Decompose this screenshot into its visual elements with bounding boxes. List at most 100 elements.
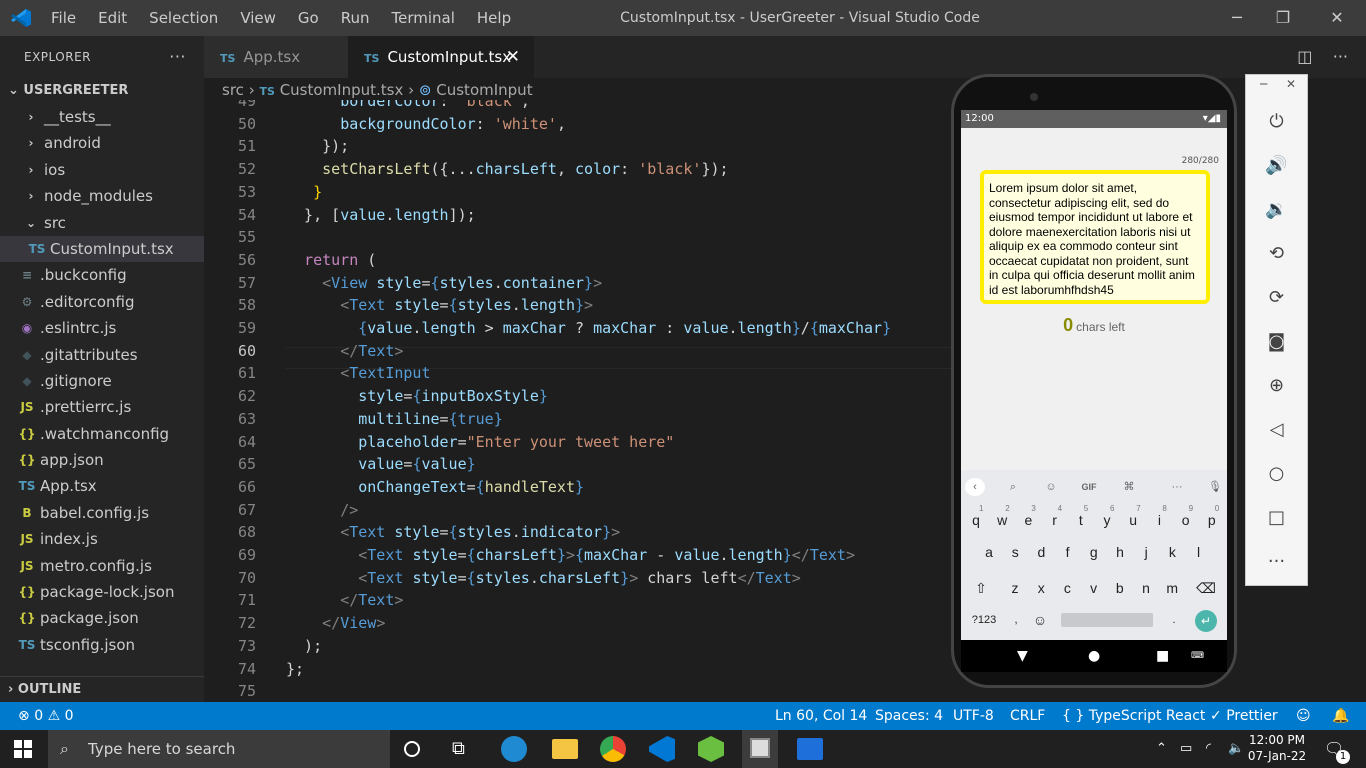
tree-item[interactable]: › __tests__ [0,104,204,130]
nodejs-icon[interactable] [698,736,724,762]
more-actions-icon[interactable]: ··· [1333,47,1348,66]
tree-item[interactable]: TS tsconfig.json [0,632,204,658]
windows-start-icon[interactable] [14,740,32,758]
show-hidden-icons[interactable]: ⌃ [1156,730,1167,768]
tree-item[interactable]: JS .prettierrc.js [0,394,204,420]
tree-item[interactable]: Bbabel.config.js [0,500,204,526]
volume-icon[interactable]: 🔈 [1228,730,1244,768]
screenshot-camera-icon[interactable]: ◙ [1246,331,1307,352]
file-explorer-icon[interactable] [552,739,578,759]
rotate-left-icon[interactable]: ⟲ [1246,243,1307,264]
key-f[interactable]: f [1055,540,1081,564]
battery-icon[interactable]: ▭ [1180,730,1192,768]
key-a[interactable]: a [976,540,1002,564]
task-view-icon[interactable]: ⧉ [452,736,478,762]
symbols-key[interactable]: ?123 [969,608,999,632]
space-key[interactable] [1061,613,1153,627]
wifi-icon[interactable]: ◜ [1206,730,1211,768]
overview-icon[interactable]: □ [1246,507,1307,528]
key-t[interactable]: t [1068,508,1094,532]
key-z[interactable]: z [1002,576,1028,600]
breadcrumb-folder[interactable]: src [222,81,244,99]
taskbar-search[interactable]: ⌕ Type here to search [48,730,390,768]
translate-icon[interactable]: ⌘ [1117,478,1141,496]
minimize-icon[interactable]: ─ [1214,0,1260,36]
period-key[interactable]: . [1161,608,1187,632]
tree-item[interactable]: TS CustomInput.tsx [0,235,204,263]
microphone-icon[interactable]: 🎙 [1203,478,1227,496]
key-c[interactable]: c [1054,576,1080,600]
key-j[interactable]: j [1133,540,1159,564]
key-v[interactable]: v [1081,576,1107,600]
key-g[interactable]: g [1081,540,1107,564]
tree-item[interactable]: › ios [0,157,204,183]
shift-key-icon[interactable]: ⇧ [968,576,994,600]
tree-item[interactable]: JS metro.config.js [0,553,204,579]
tree-item[interactable]: {} .watchmanconfig [0,421,204,447]
back-icon[interactable]: ◁ [1246,419,1307,440]
emulator-taskbar-button[interactable] [742,730,778,768]
problems-indicator[interactable]: ⊗ 0 ⚠ 0 [18,702,74,730]
tab-app-tsx[interactable]: TS App.tsx [204,36,348,78]
more-actions-icon[interactable]: ··· [169,36,186,78]
restore-icon[interactable]: ❐ [1260,0,1306,36]
tree-item[interactable]: TS App.tsx [0,473,204,499]
tree-item[interactable]: ⚙ .editorconfig [0,289,204,315]
enter-key-icon[interactable]: ↵ [1195,610,1217,632]
key-r[interactable]: r [1042,508,1068,532]
key-p[interactable]: p [1199,508,1225,532]
key-b[interactable]: b [1107,576,1133,600]
close-window-icon[interactable]: ✕ [1314,0,1360,36]
more-icon[interactable]: ··· [1246,551,1307,572]
key-w[interactable]: w [989,508,1015,532]
key-i[interactable]: i [1146,508,1172,532]
tree-item[interactable]: ⌄ src [0,210,204,236]
backspace-key-icon[interactable]: ⌫ [1193,576,1219,600]
tab-custominput-tsx[interactable]: TS CustomInput.tsx ✕ [348,36,534,78]
emoji-key-icon[interactable]: ☺ [1027,608,1053,632]
tree-item[interactable]: {} package.json [0,605,204,631]
cortana-icon[interactable] [404,741,420,757]
nav-recents-icon[interactable]: ■ [1156,640,1169,672]
home-icon[interactable]: ○ [1246,463,1307,484]
cursor-position[interactable]: Ln 60, Col 14 [775,702,867,730]
tree-item[interactable]: › android [0,130,204,156]
key-u[interactable]: u [1120,508,1146,532]
indentation[interactable]: Spaces: 4 [875,702,943,730]
gif-icon[interactable]: GIF [1077,478,1101,496]
keyboard-switch-icon[interactable]: ⌨ [1191,640,1204,672]
split-editor-icon[interactable]: ◫ [1297,47,1312,66]
search-icon[interactable]: ⌕ [1001,478,1025,496]
sticker-icon[interactable]: ☺ [1039,478,1063,496]
tree-item[interactable]: ◆ .gitattributes [0,342,204,368]
key-n[interactable]: n [1133,576,1159,600]
key-s[interactable]: s [1002,540,1028,564]
key-e[interactable]: e [1015,508,1041,532]
tree-item[interactable]: {} package-lock.json [0,579,204,605]
key-k[interactable]: k [1159,540,1185,564]
feedback-icon[interactable]: ☺ [1296,702,1311,730]
nav-home-icon[interactable]: ● [1088,640,1100,672]
key-m[interactable]: m [1159,576,1185,600]
key-q[interactable]: q [963,508,989,532]
tree-item[interactable]: ◆ .gitignore [0,368,204,394]
key-h[interactable]: h [1107,540,1133,564]
chrome-icon[interactable] [600,736,626,762]
key-x[interactable]: x [1028,576,1054,600]
volume-down-icon[interactable]: 🔉 [1246,199,1307,220]
power-icon[interactable]: ⏻ [1246,111,1307,132]
zoom-icon[interactable]: ⊕ [1246,375,1307,396]
breadcrumb-symbol[interactable]: CustomInput [436,81,532,99]
comma-key[interactable]: , [1003,608,1029,632]
tree-item[interactable]: JS index.js [0,526,204,552]
tree-item[interactable]: {} app.json [0,447,204,473]
vscode-icon[interactable] [649,736,675,762]
prettier-status[interactable]: ✓ Prettier [1210,702,1278,730]
tree-item[interactable]: ◉ .eslintrc.js [0,315,204,341]
chevron-left-icon[interactable]: ‹ [965,478,985,496]
line-ending[interactable]: CRLF [1010,702,1045,730]
key-y[interactable]: y [1094,508,1120,532]
edge-icon[interactable] [501,736,527,762]
close-tab-icon[interactable]: ✕ [506,36,520,78]
volume-up-icon[interactable]: 🔊 [1246,155,1307,176]
